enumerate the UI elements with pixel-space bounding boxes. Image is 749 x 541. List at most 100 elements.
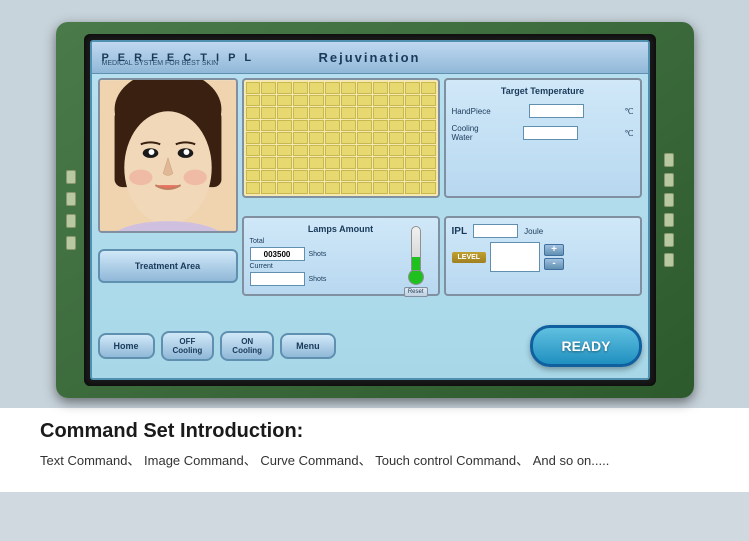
- grid-cell: [389, 157, 404, 169]
- grid-cell: [246, 170, 261, 182]
- grid-cell: [341, 157, 356, 169]
- section-text: Text Command、 Image Command、 Curve Comma…: [40, 451, 709, 472]
- cooling-unit: ℃: [625, 129, 634, 138]
- grid-cell: [341, 95, 356, 107]
- grid-cell: [325, 95, 340, 107]
- level-plus-button[interactable]: +: [544, 244, 564, 256]
- grid-cell: [293, 182, 308, 194]
- off-sub: Cooling: [173, 346, 203, 355]
- grid-cell: [246, 120, 261, 132]
- grid-cell: [246, 132, 261, 144]
- thermometer: Reset: [404, 226, 428, 297]
- grid-cell: [357, 170, 372, 182]
- grid-cell: [357, 82, 372, 94]
- grid-cell: [405, 145, 420, 157]
- therm-fill: [412, 257, 420, 270]
- treatment-grid-area: // Will be rendered inline: [242, 78, 440, 198]
- face-placeholder: [100, 80, 236, 231]
- pin: [664, 213, 674, 227]
- cooling-temp-input[interactable]: [523, 126, 578, 140]
- grid-cell: [309, 132, 324, 144]
- grid-cell: [389, 132, 404, 144]
- lamps-current-value: [250, 272, 305, 286]
- face-image-area: [98, 78, 238, 233]
- grid-cell: [261, 82, 276, 94]
- on-cooling-button[interactable]: ON Cooling: [220, 331, 274, 361]
- level-minus-button[interactable]: -: [544, 258, 564, 270]
- grid-cell: [421, 82, 436, 94]
- grid-cell: [261, 120, 276, 132]
- grid-cell: [341, 170, 356, 182]
- grid-cell: [325, 82, 340, 94]
- grid-cell: [405, 107, 420, 119]
- mode-title: Rejuvination: [318, 50, 420, 65]
- grid-cell: [325, 120, 340, 132]
- grid-cell: [373, 145, 388, 157]
- grid-cell: [277, 182, 292, 194]
- grid-cell: [357, 157, 372, 169]
- grid-cell: [373, 95, 388, 107]
- grid-cell: [309, 120, 324, 132]
- lamps-total-value: 003500: [250, 247, 305, 261]
- grid-cell: [341, 145, 356, 157]
- lamps-total-row: Total: [250, 238, 327, 245]
- bottom-button-row: Home OFF Cooling ON Cooling Menu READY: [98, 314, 642, 374]
- grid-cell: [325, 182, 340, 194]
- section-title: Command Set Introduction:: [40, 420, 709, 443]
- grid-cell: [293, 170, 308, 182]
- lamps-total-value-row: 003500 Shots: [250, 247, 327, 261]
- home-button[interactable]: Home: [98, 333, 155, 359]
- pin: [664, 193, 674, 207]
- level-section: LEVEL + -: [452, 242, 634, 272]
- lamps-total-shots: Shots: [309, 251, 327, 258]
- grid-cell: [373, 120, 388, 132]
- grid-cell: [325, 157, 340, 169]
- grid-cell: [421, 145, 436, 157]
- ipl-top-row: IPL Joule: [452, 224, 634, 238]
- grid-cell: [357, 145, 372, 157]
- ipl-value-input[interactable]: [473, 224, 518, 238]
- grid-cell: [261, 182, 276, 194]
- grid-cell: [421, 120, 436, 132]
- grid-cell: [277, 82, 292, 94]
- grid-cell: [373, 182, 388, 194]
- reset-button[interactable]: Reset: [404, 287, 428, 297]
- menu-button[interactable]: Menu: [280, 333, 336, 359]
- temp-panel-title: Target Temperature: [452, 86, 634, 96]
- lamps-current-value-row: Shots: [250, 272, 327, 286]
- off-cooling-button[interactable]: OFF Cooling: [161, 331, 215, 361]
- page-wrapper: P E R F E C T I P L MEDICAL SYSTEM FOR B…: [0, 0, 749, 492]
- grid-cell: [261, 145, 276, 157]
- grid-cell: [309, 157, 324, 169]
- face-svg: [100, 80, 236, 231]
- grid-cell: [373, 132, 388, 144]
- lamps-current-row: Current: [250, 263, 327, 270]
- grid-cell: [389, 95, 404, 107]
- grid-cell: [405, 120, 420, 132]
- grid-cell: [293, 132, 308, 144]
- grid-cell: [246, 95, 261, 107]
- grid-cell: [246, 182, 261, 194]
- brand-subtitle: MEDICAL SYSTEM FOR BEST SKIN: [102, 60, 219, 67]
- handpiece-temp-input[interactable]: [529, 104, 584, 118]
- grid-cell: [277, 120, 292, 132]
- grid-cell: [293, 107, 308, 119]
- grid-cell: [373, 107, 388, 119]
- grid-cell: [405, 182, 420, 194]
- ready-button[interactable]: READY: [530, 325, 641, 367]
- grid-cell: [261, 132, 276, 144]
- grid-cell: [261, 157, 276, 169]
- treatment-area-button[interactable]: Treatment Area: [98, 249, 238, 283]
- grid-cell: [341, 132, 356, 144]
- cooling-temp-row: CoolingWater ℃: [452, 124, 634, 142]
- grid-cell: [261, 107, 276, 119]
- ipl-panel: IPL Joule LEVEL + -: [444, 216, 642, 296]
- pin: [664, 253, 674, 267]
- pin: [66, 214, 76, 228]
- pin: [664, 173, 674, 187]
- grid-cell: [357, 132, 372, 144]
- grid-cell: [325, 170, 340, 182]
- on-label: ON: [232, 337, 262, 346]
- therm-bulb: [408, 269, 424, 285]
- ipl-joule-label: Joule: [524, 227, 543, 236]
